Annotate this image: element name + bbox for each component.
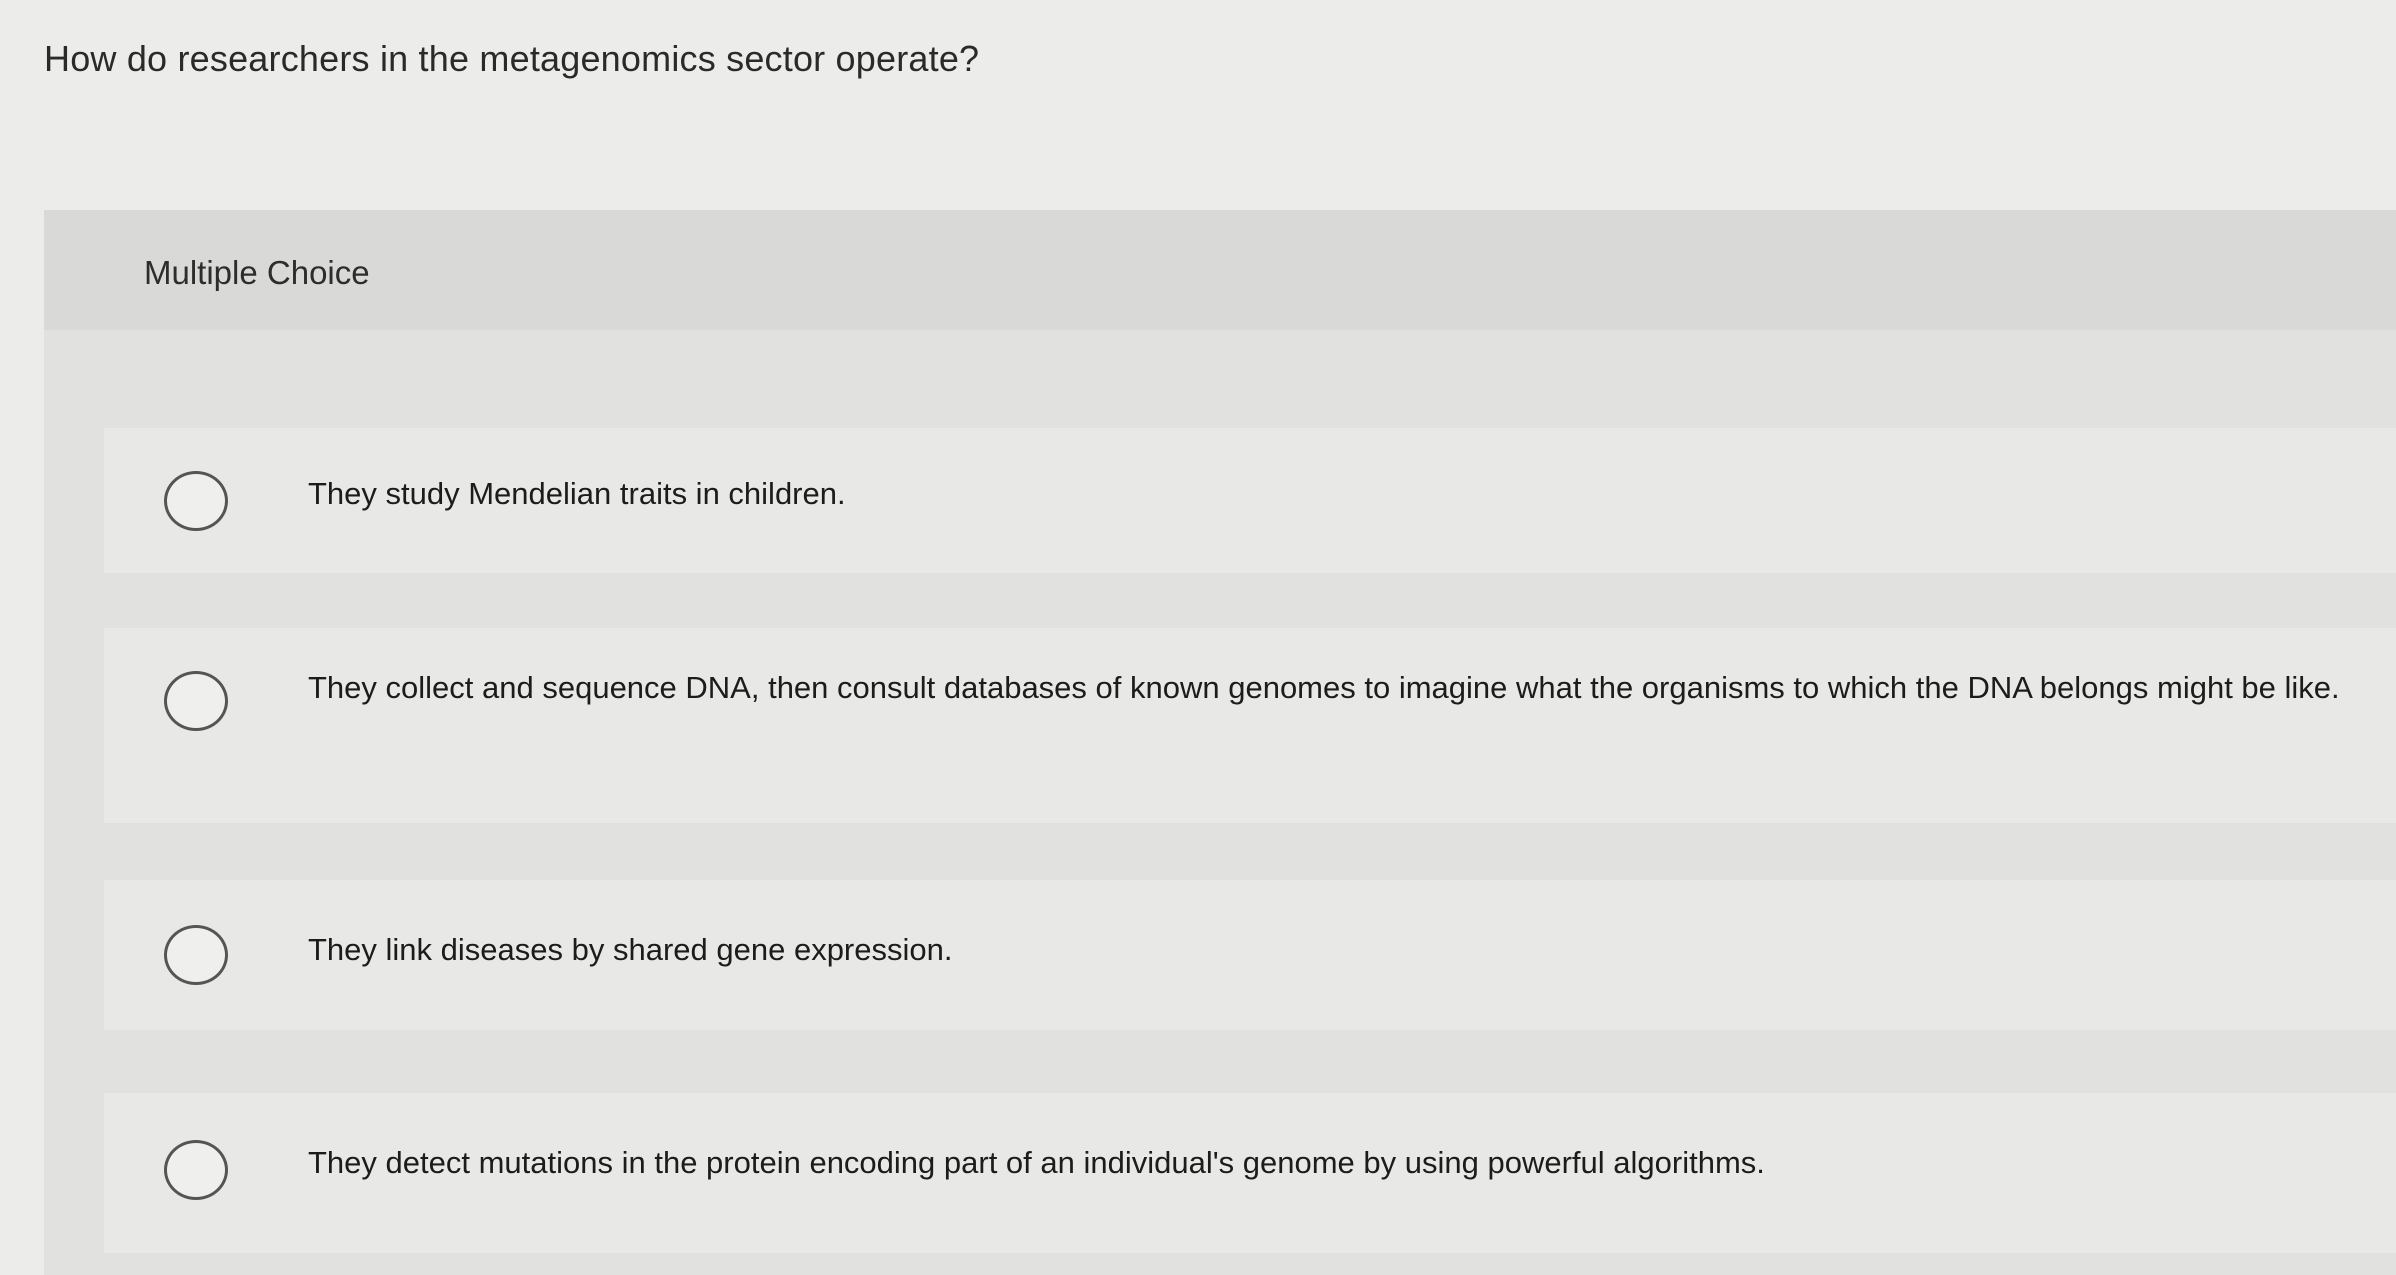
answer-option-2[interactable]: They collect and sequence DNA, then cons… [104,628,2396,823]
answer-option-1-text: They study Mendelian traits in children. [308,476,846,511]
panel-header: Multiple Choice [44,210,2396,330]
question-text: How do researchers in the metagenomics s… [44,38,980,79]
answer-option-3-text: They link diseases by shared gene expres… [308,932,953,967]
radio-button-4[interactable] [164,1140,228,1200]
answer-option-2-text: They collect and sequence DNA, then cons… [308,670,2340,705]
answer-option-3[interactable]: They link diseases by shared gene expres… [104,880,2396,1030]
answer-option-4[interactable]: They detect mutations in the protein enc… [104,1093,2396,1253]
radio-button-1[interactable] [164,471,228,531]
radio-button-3[interactable] [164,925,228,985]
answer-option-1[interactable]: They study Mendelian traits in children. [104,428,2396,573]
answer-option-4-text: They detect mutations in the protein enc… [308,1145,1765,1180]
question-type-label: Multiple Choice [144,254,370,291]
radio-button-2[interactable] [164,671,228,731]
multiple-choice-panel: Multiple Choice They study Mendelian tra… [44,210,2396,1275]
